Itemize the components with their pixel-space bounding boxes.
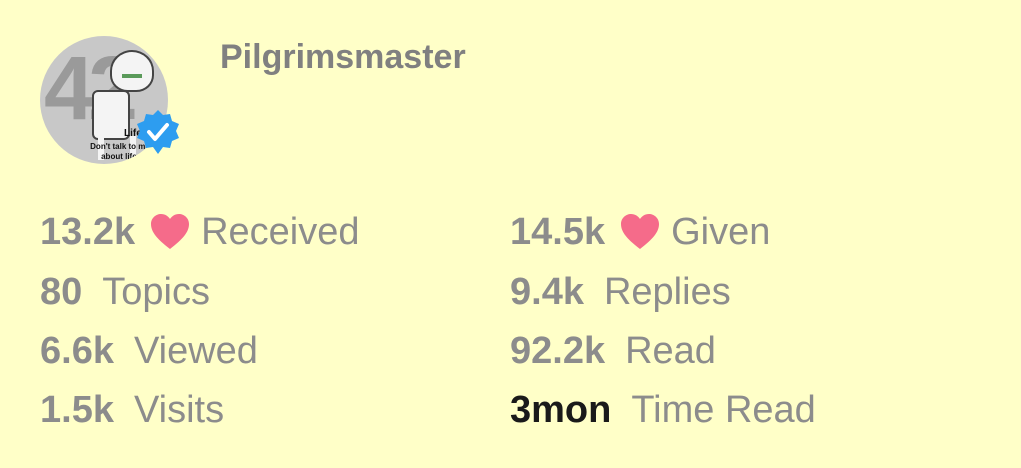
stat-given-label: Given (671, 211, 771, 253)
stat-time-read-value: 3mon (510, 389, 612, 431)
heart-icon (621, 214, 660, 249)
stat-time-read-label: Time Read (631, 389, 816, 431)
robot-eye (122, 74, 142, 78)
stat-viewed-value: 6.6k (40, 330, 114, 372)
heart-icon (151, 214, 190, 249)
stat-received[interactable]: 13.2k Received (40, 213, 360, 251)
stat-replies[interactable]: 9.4k Replies (510, 273, 731, 311)
stat-read: 92.2k Read (510, 332, 716, 370)
stat-visits: 1.5k Visits (40, 391, 224, 429)
stat-topics-value: 80 (40, 271, 83, 313)
stat-received-value: 13.2k (40, 211, 136, 253)
stat-replies-label: Replies (603, 271, 731, 313)
username[interactable]: Pilgrimsmaster (220, 38, 466, 77)
stat-given[interactable]: 14.5k Given (510, 213, 770, 251)
stat-visits-label: Visits (133, 389, 225, 431)
stat-time-read: 3mon Time Read (510, 391, 816, 429)
stat-visits-value: 1.5k (40, 389, 114, 431)
stat-replies-value: 9.4k (510, 271, 584, 313)
robot-head-icon (110, 50, 154, 92)
stat-received-label: Received (201, 211, 360, 253)
stat-topics[interactable]: 80 Topics (40, 273, 210, 311)
stat-viewed-label: Viewed (133, 330, 258, 372)
verified-check-icon (137, 110, 179, 154)
stat-topics-label: Topics (102, 271, 210, 313)
stat-read-value: 92.2k (510, 330, 606, 372)
stat-read-label: Read (625, 330, 716, 372)
stat-viewed: 6.6k Viewed (40, 332, 258, 370)
stat-given-value: 14.5k (510, 211, 606, 253)
